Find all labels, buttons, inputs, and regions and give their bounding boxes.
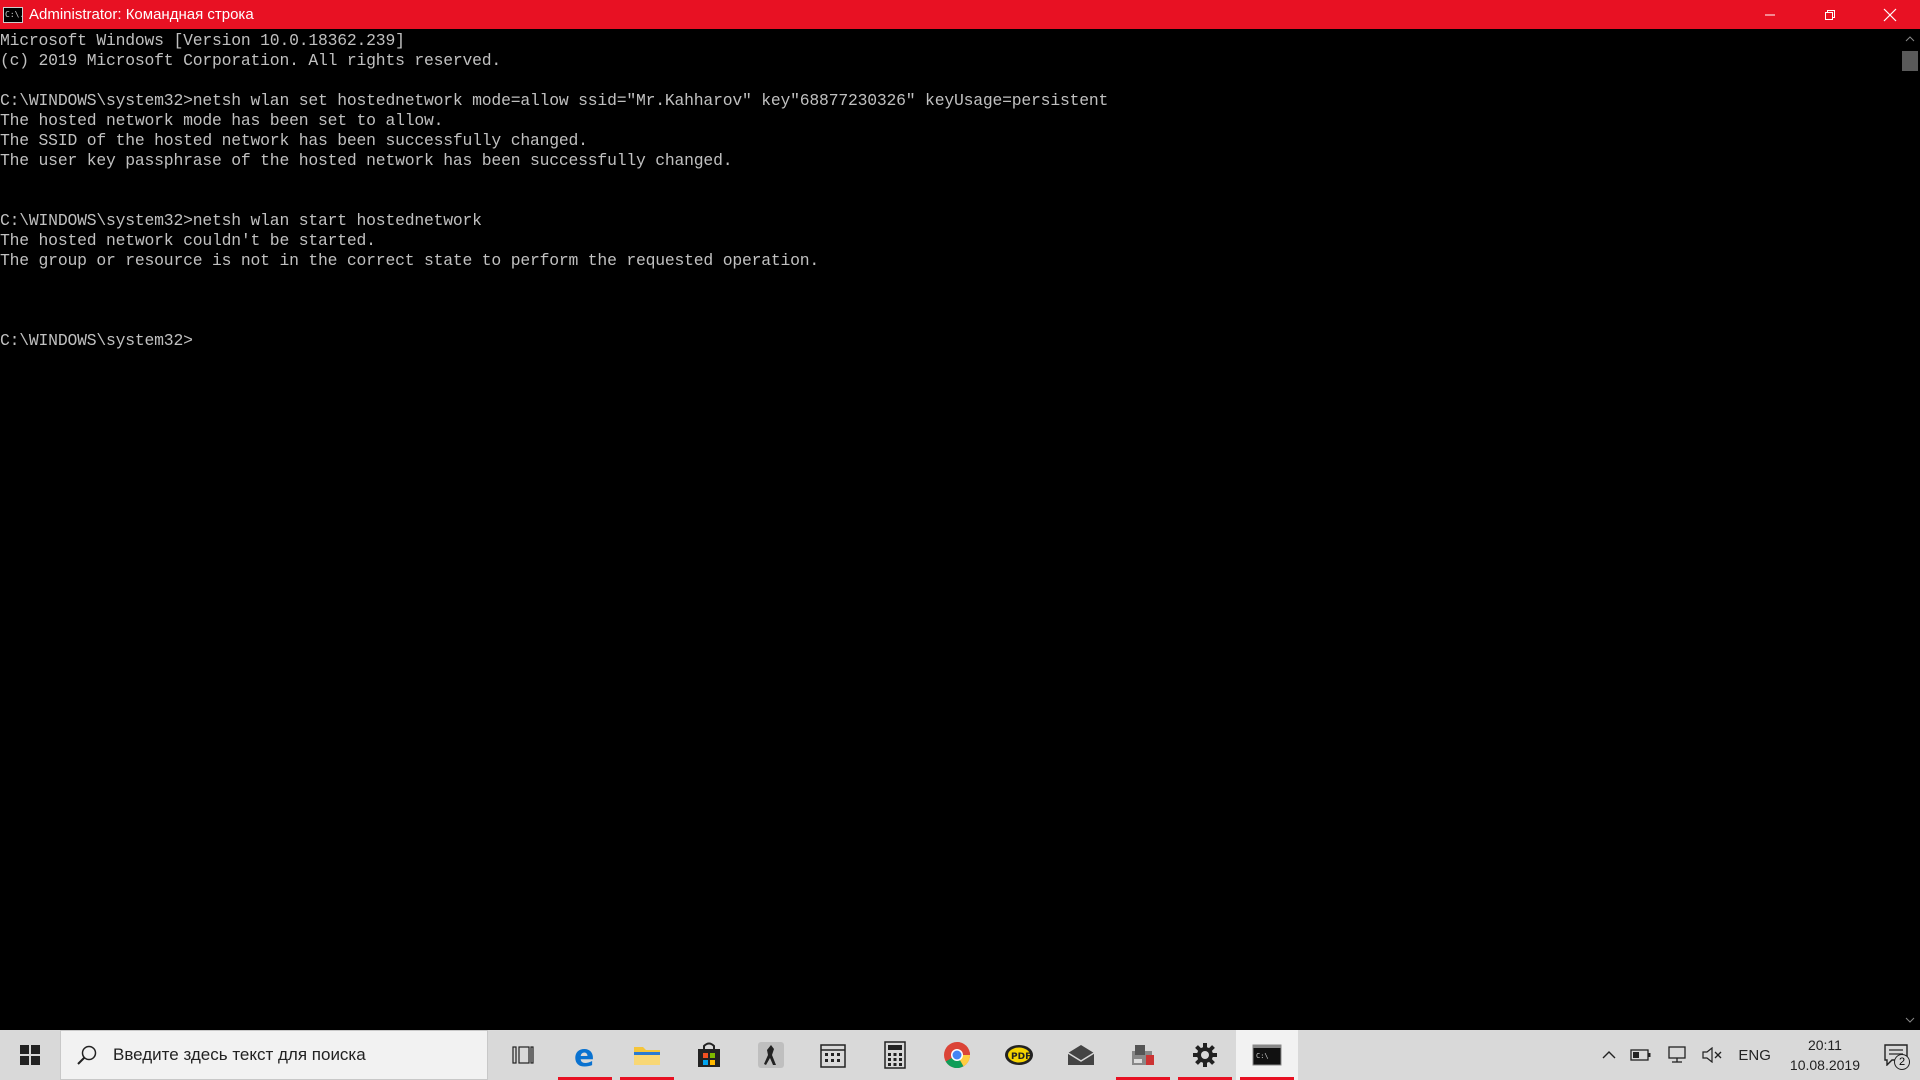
chevron-up-icon xyxy=(1602,1051,1616,1059)
action-center-button[interactable]: 2 xyxy=(1872,1030,1920,1080)
console-line: C:\WINDOWS\system32>netsh wlan start hos… xyxy=(0,211,482,230)
microsoft-store-icon xyxy=(698,1042,720,1067)
svg-text:PDF: PDF xyxy=(1011,1052,1031,1062)
pdf-reader-icon: PDF xyxy=(1005,1045,1033,1065)
chevron-up-icon xyxy=(1905,36,1915,42)
file-explorer-button[interactable] xyxy=(616,1030,678,1080)
taskbar-search-box[interactable] xyxy=(60,1030,488,1080)
task-view-icon xyxy=(512,1046,534,1064)
edge-button[interactable]: e xyxy=(554,1030,616,1080)
window-controls xyxy=(1740,0,1920,29)
chrome-button[interactable] xyxy=(926,1030,988,1080)
pdf-reader-button[interactable]: PDF xyxy=(988,1030,1050,1080)
counter-strike-button[interactable] xyxy=(740,1030,802,1080)
console-line: The group or resource is not in the corr… xyxy=(0,251,820,270)
svg-text:C:\: C:\ xyxy=(1256,1052,1269,1060)
edge-icon: e xyxy=(574,1041,594,1069)
calendar-icon xyxy=(820,1044,846,1068)
calculator-icon xyxy=(884,1041,906,1069)
minimize-icon xyxy=(1765,14,1775,15)
restore-button[interactable] xyxy=(1800,0,1860,29)
clock[interactable]: 20:11 10.08.2019 xyxy=(1778,1035,1872,1075)
console-line: The hosted network mode has been set to … xyxy=(0,111,444,130)
volume-button[interactable] xyxy=(1695,1030,1731,1080)
file-explorer-icon xyxy=(634,1047,660,1065)
chrome-icon xyxy=(944,1042,971,1069)
settings-button[interactable] xyxy=(1174,1030,1236,1080)
console-line: The SSID of the hosted network has been … xyxy=(0,131,588,150)
clock-time: 20:11 xyxy=(1807,1037,1842,1053)
minimize-button[interactable] xyxy=(1740,0,1800,29)
scroll-down-button[interactable] xyxy=(1900,1010,1920,1030)
console-line: Microsoft Windows [Version 10.0.18362.23… xyxy=(0,31,405,50)
battery-icon xyxy=(1630,1049,1651,1061)
close-icon xyxy=(1883,8,1897,21)
notification-count-badge: 2 xyxy=(1894,1054,1910,1070)
scroll-thumb[interactable] xyxy=(1902,51,1918,71)
taskbar-apps: e PDF C:\ xyxy=(492,1030,1298,1080)
volume-muted-icon xyxy=(1702,1047,1722,1063)
chevron-down-icon xyxy=(1905,1017,1915,1023)
command-prompt-window-icon[interactable]: C:\. xyxy=(3,6,23,23)
mail-button[interactable] xyxy=(1050,1030,1112,1080)
counter-strike-icon xyxy=(758,1042,784,1068)
language-indicator[interactable]: ENG xyxy=(1731,1030,1778,1080)
search-input[interactable] xyxy=(113,1045,473,1065)
console-output: Microsoft Windows [Version 10.0.18362.23… xyxy=(0,29,1900,351)
battery-button[interactable] xyxy=(1623,1030,1659,1080)
title-bar[interactable]: C:\. Administrator: Командная строка xyxy=(0,0,1920,29)
command-prompt-icon: C:\ xyxy=(1252,1044,1282,1066)
console-area[interactable]: Microsoft Windows [Version 10.0.18362.23… xyxy=(0,29,1900,1030)
settings-icon xyxy=(1193,1043,1217,1067)
app-installer-icon xyxy=(1132,1045,1154,1065)
app-installer-button[interactable] xyxy=(1112,1030,1174,1080)
calculator-button[interactable] xyxy=(864,1030,926,1080)
start-button[interactable] xyxy=(0,1030,60,1080)
network-button[interactable] xyxy=(1659,1030,1695,1080)
search-icon xyxy=(75,1043,99,1067)
mail-icon xyxy=(1067,1045,1095,1065)
microsoft-store-button[interactable] xyxy=(678,1030,740,1080)
restore-icon xyxy=(1825,9,1835,20)
console-line: C:\WINDOWS\system32> xyxy=(0,331,193,350)
calendar-button[interactable] xyxy=(802,1030,864,1080)
console-scrollbar[interactable] xyxy=(1900,29,1920,1030)
console-line: The user key passphrase of the hosted ne… xyxy=(0,151,733,170)
network-icon xyxy=(1668,1046,1687,1063)
windows-logo-icon xyxy=(20,1045,40,1065)
console-line: C:\WINDOWS\system32>netsh wlan set hoste… xyxy=(0,91,1109,110)
window-title: Administrator: Командная строка xyxy=(29,6,254,23)
console-line: The hosted network couldn't be started. xyxy=(0,231,376,250)
task-view-button[interactable] xyxy=(492,1030,554,1080)
console-line: (c) 2019 Microsoft Corporation. All righ… xyxy=(0,51,502,70)
svg-text:e: e xyxy=(574,1041,594,1069)
scroll-up-button[interactable] xyxy=(1900,29,1920,49)
clock-date: 10.08.2019 xyxy=(1789,1057,1860,1073)
system-tray: ENG 20:11 10.08.2019 2 xyxy=(1595,1030,1920,1080)
show-hidden-icons-button[interactable] xyxy=(1595,1030,1623,1080)
taskbar: e xyxy=(0,1030,1920,1080)
command-prompt-button[interactable]: C:\ xyxy=(1236,1030,1298,1080)
close-button[interactable] xyxy=(1860,0,1920,29)
